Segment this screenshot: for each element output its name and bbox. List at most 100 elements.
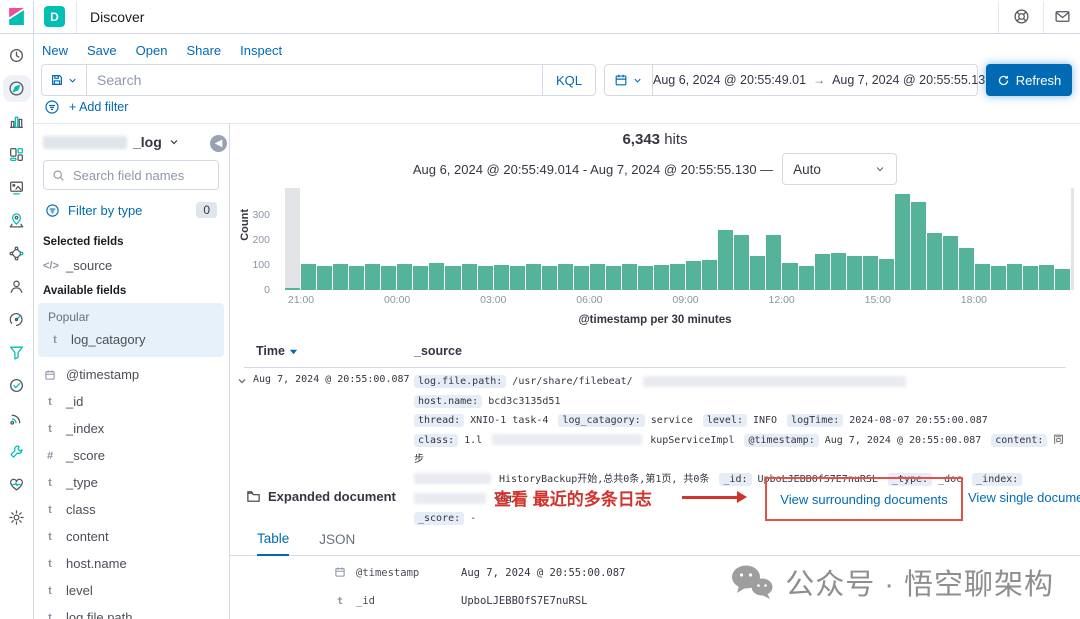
rail-machine-learning-icon[interactable] <box>6 243 28 264</box>
histogram-bar[interactable] <box>638 188 654 290</box>
menu-new[interactable]: New <box>42 43 68 58</box>
add-filter-button[interactable]: + Add filter <box>69 100 128 114</box>
field-item-log_catagory[interactable]: t log_catagory <box>38 326 224 353</box>
histogram-bar[interactable] <box>621 188 638 290</box>
field-search-input[interactable] <box>71 166 210 184</box>
histogram-bar[interactable] <box>541 188 557 290</box>
tab-table[interactable]: Table <box>257 527 290 556</box>
histogram-bar[interactable] <box>734 188 750 290</box>
refresh-button[interactable]: Refresh <box>986 64 1072 96</box>
view-surrounding-documents-link[interactable]: View surrounding documents <box>780 492 947 507</box>
rail-dev-tools-icon[interactable] <box>6 441 28 462</box>
rail-stack-monitoring-icon[interactable] <box>6 474 28 495</box>
histogram-bar[interactable] <box>477 188 493 290</box>
histogram-bar[interactable] <box>557 188 573 290</box>
histogram-bar[interactable] <box>429 188 445 290</box>
newsfeed-mail-icon[interactable] <box>1044 1 1080 33</box>
interval-select[interactable]: Auto <box>782 153 898 185</box>
rail-metrics-icon[interactable] <box>6 408 28 429</box>
rail-dashboard-icon[interactable] <box>6 144 28 165</box>
rail-maps-icon[interactable] <box>6 210 28 231</box>
histogram-bar[interactable] <box>975 188 991 290</box>
histogram-bar[interactable] <box>878 188 894 290</box>
histogram-bar[interactable] <box>509 188 525 290</box>
histogram-bar[interactable] <box>750 188 766 290</box>
field-item-level[interactable]: t level <box>33 577 229 604</box>
kibana-logo[interactable] <box>0 0 34 33</box>
kql-language-button[interactable]: KQL <box>541 65 595 95</box>
field-item-host.name[interactable]: t host.name <box>33 550 229 577</box>
histogram-bar[interactable] <box>766 188 782 290</box>
histogram-bar[interactable] <box>397 188 413 290</box>
menu-save[interactable]: Save <box>87 43 117 58</box>
search-input[interactable] <box>87 72 542 88</box>
field-item-_id[interactable]: t _id <box>33 388 229 415</box>
rail-management-icon[interactable] <box>6 507 28 528</box>
histogram-bar[interactable] <box>317 188 333 290</box>
rail-visualize-icon[interactable] <box>6 111 28 132</box>
field-item-_type[interactable]: t _type <box>33 469 229 496</box>
histogram-bar[interactable] <box>461 188 477 290</box>
saved-query-menu-button[interactable] <box>41 64 86 96</box>
histogram-bar[interactable] <box>718 188 734 290</box>
histogram-bar[interactable] <box>894 188 910 290</box>
date-from[interactable]: Aug 6, 2024 @ 20:55:49.01 <box>653 73 806 87</box>
rail-canvas-icon[interactable] <box>6 177 28 198</box>
histogram-bar[interactable] <box>301 188 317 290</box>
histogram-bar[interactable] <box>1023 188 1039 290</box>
field-item-content[interactable]: t content <box>33 523 229 550</box>
date-to[interactable]: Aug 7, 2024 @ 20:55:55.13 <box>832 73 985 87</box>
histogram-bar[interactable] <box>702 188 718 290</box>
histogram-bar[interactable] <box>349 188 365 290</box>
histogram-bar[interactable] <box>1055 188 1071 290</box>
source-column-header[interactable]: _source <box>414 344 462 358</box>
histogram-bar[interactable] <box>654 188 670 290</box>
histogram-bar[interactable] <box>926 188 942 290</box>
menu-open[interactable]: Open <box>136 43 168 58</box>
rail-recently-viewed-icon[interactable] <box>6 45 28 66</box>
histogram-bar[interactable] <box>782 188 798 290</box>
menu-share[interactable]: Share <box>186 43 221 58</box>
field-item-log.file.path[interactable]: t log.file.path <box>33 604 229 619</box>
filter-by-type[interactable]: Filter by type 0 <box>33 200 229 230</box>
histogram-bar[interactable] <box>942 188 958 290</box>
histogram-bar[interactable] <box>798 188 814 290</box>
rail-uptime-icon[interactable] <box>6 375 28 396</box>
menu-inspect[interactable]: Inspect <box>240 43 282 58</box>
histogram-bar[interactable] <box>365 188 381 290</box>
histogram-bar[interactable] <box>846 188 862 290</box>
rail-security-icon[interactable] <box>6 276 28 297</box>
expand-document-toggle[interactable] <box>234 373 250 389</box>
field-item-_source[interactable]: </> _source <box>33 252 229 279</box>
histogram-bar[interactable] <box>830 188 846 290</box>
histogram-bar[interactable] <box>814 188 830 290</box>
histogram-bar[interactable] <box>910 188 926 290</box>
collapse-sidebar-button[interactable]: ◀ <box>210 135 227 152</box>
field-item-@timestamp[interactable]: @timestamp <box>33 361 229 388</box>
histogram-bar[interactable] <box>573 188 589 290</box>
histogram-bar[interactable] <box>445 188 461 290</box>
histogram-plot[interactable] <box>285 188 1074 290</box>
time-column-header[interactable]: Time <box>256 344 298 358</box>
histogram-bar[interactable] <box>285 188 301 290</box>
histogram-bar[interactable] <box>589 188 605 290</box>
histogram-bar[interactable] <box>381 188 397 290</box>
field-item-class[interactable]: t class <box>33 496 229 523</box>
histogram-bar[interactable] <box>605 188 621 290</box>
index-pattern-switcher[interactable]: _log <box>33 123 229 157</box>
field-item-_score[interactable]: # _score <box>33 442 229 469</box>
rail-discover-icon[interactable] <box>2 75 31 102</box>
date-quick-select-button[interactable] <box>605 65 653 95</box>
view-single-document-link[interactable]: View single document <box>968 490 1080 505</box>
histogram-bar[interactable] <box>958 188 975 290</box>
histogram-bar[interactable] <box>1007 188 1023 290</box>
histogram-bar[interactable] <box>991 188 1007 290</box>
space-badge[interactable]: D <box>44 6 65 27</box>
field-item-_index[interactable]: t _index <box>33 415 229 442</box>
histogram-bar[interactable] <box>525 188 541 290</box>
histogram-bar[interactable] <box>686 188 702 290</box>
help-icon[interactable] <box>999 1 1043 33</box>
rail-apm-icon[interactable] <box>6 309 28 330</box>
rail-siem-icon[interactable] <box>6 342 28 363</box>
histogram-bar[interactable] <box>413 188 429 290</box>
